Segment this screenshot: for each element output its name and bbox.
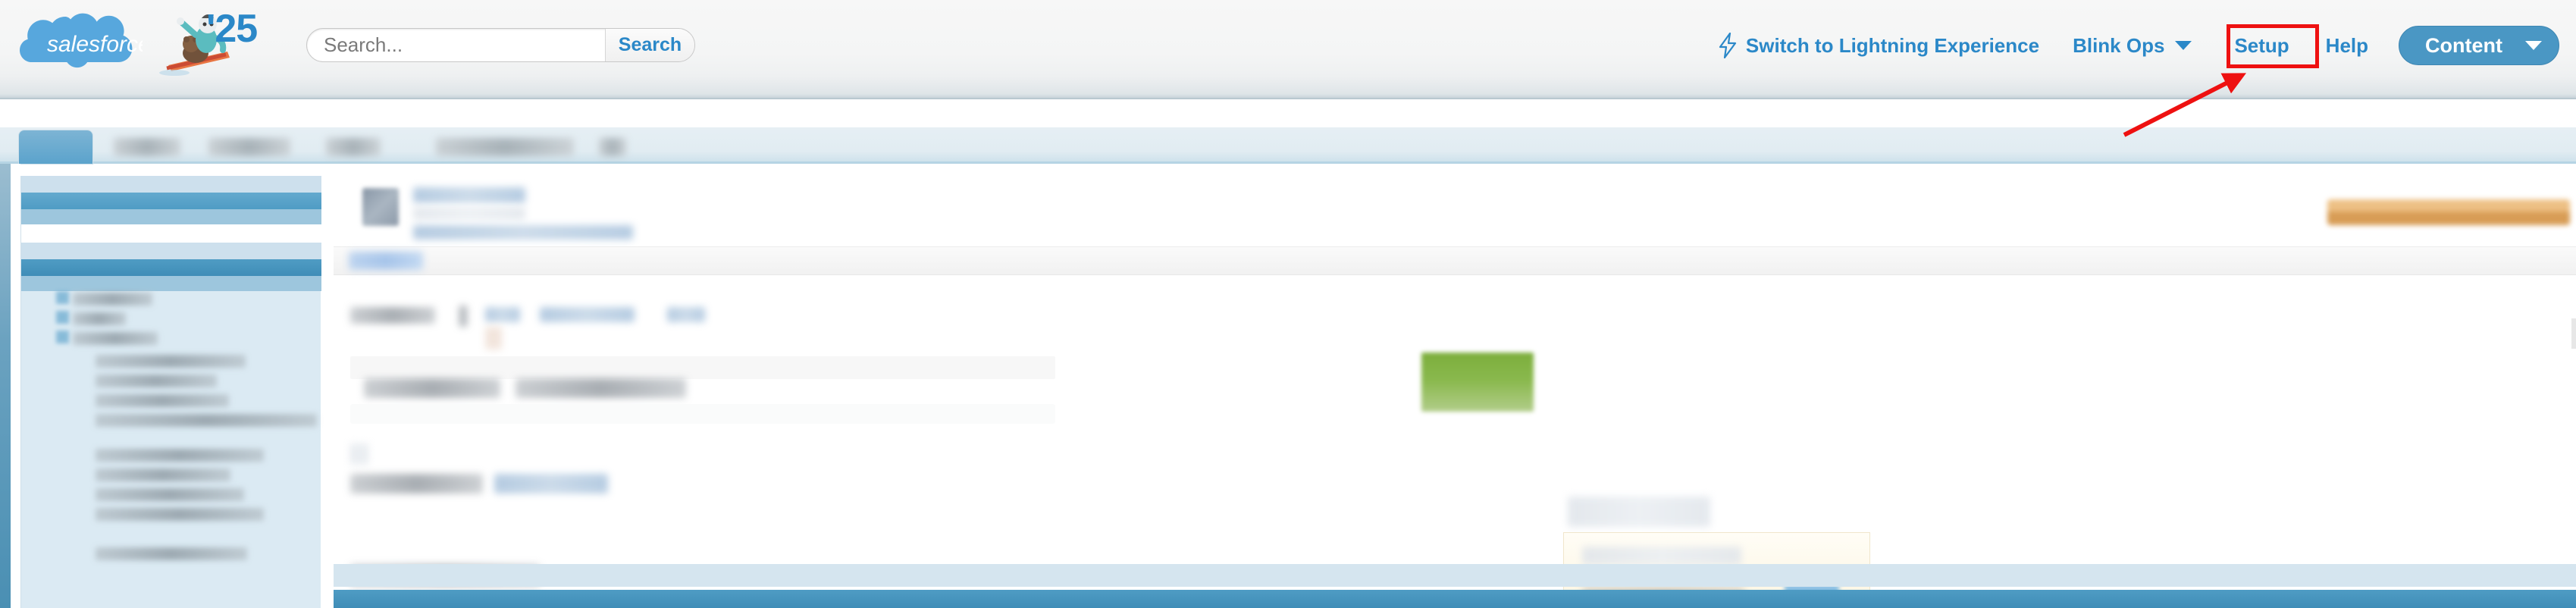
lightning-bolt-icon (1718, 33, 1738, 58)
sidebar-section-header[interactable] (21, 193, 321, 209)
sidebar-item-label[interactable] (96, 375, 217, 387)
status-progress-block (1421, 353, 1534, 412)
sidebar-item-label[interactable] (96, 488, 244, 501)
bottom-section-header[interactable] (334, 590, 2576, 608)
field-separator-icon (459, 306, 468, 327)
tab-item[interactable] (326, 138, 381, 156)
field-value-link[interactable] (667, 307, 705, 322)
sidebar-item-label[interactable] (73, 332, 158, 345)
callout-line (1582, 547, 1741, 565)
field-label (350, 307, 435, 324)
main-content (334, 171, 2576, 608)
tab-active[interactable] (19, 130, 92, 164)
bottom-section (0, 564, 2576, 608)
field-value-link[interactable] (494, 474, 608, 494)
salesforce-logo[interactable]: salesforce (14, 8, 143, 77)
sidebar-bullet-icon (56, 291, 69, 304)
tab-item[interactable] (114, 138, 180, 156)
salesforce-classic-page: salesforce '25 Search... Search Switch t… (0, 0, 2576, 608)
chevron-down-icon[interactable] (2175, 41, 2192, 50)
user-menu-link[interactable]: Blink Ops (2073, 34, 2164, 58)
sidebar-item-label[interactable] (96, 414, 317, 427)
sidebar-item-label[interactable] (96, 508, 264, 521)
setup-link[interactable]: Setup (2217, 28, 2305, 64)
breadcrumb-strip (334, 246, 2576, 275)
sidebar-item-label[interactable] (96, 394, 229, 407)
sidebar-item-label[interactable] (96, 469, 230, 481)
detail-bar-background (350, 356, 1055, 379)
detail-field-value (516, 378, 686, 398)
global-header: salesforce '25 Search... Search Switch t… (0, 0, 2576, 99)
sidebar (20, 176, 321, 608)
record-title[interactable] (413, 187, 525, 203)
sidebar-item-label[interactable] (73, 312, 126, 325)
sidebar-bullet-icon (56, 331, 69, 343)
switch-to-lightning-link[interactable]: Switch to Lightning Experience (1718, 33, 2039, 58)
content-button-label: Content (2425, 33, 2502, 57)
content-button[interactable]: Content (2399, 26, 2559, 65)
sidebar-section-header-shade (21, 276, 321, 291)
release-version-tag: '25 (206, 7, 258, 51)
tab-item[interactable] (599, 138, 626, 156)
field-status-dot (485, 327, 502, 349)
chevron-down-icon (2525, 41, 2542, 50)
field-value-link[interactable] (540, 307, 635, 322)
breadcrumb[interactable] (349, 252, 423, 270)
detail-field-label (364, 378, 500, 398)
search-button[interactable]: Search (605, 29, 694, 61)
sidebar-item-label[interactable] (96, 547, 247, 560)
sidebar-collapse-handle[interactable] (0, 164, 11, 608)
tab-item[interactable] (436, 138, 574, 156)
header-nav: Switch to Lightning Experience Blink Ops… (1718, 24, 2559, 67)
sidebar-band (21, 243, 321, 259)
tab-item[interactable] (208, 138, 290, 156)
sidebar-band (21, 176, 321, 193)
detail-bar-row (350, 404, 1055, 424)
sidebar-section-header-shade (21, 209, 321, 224)
sidebar-section-header[interactable] (21, 259, 321, 276)
sidebar-gutter (11, 164, 20, 608)
record-subtitle (413, 207, 525, 220)
sidebar-bullet-icon (56, 311, 69, 324)
search-input[interactable] (307, 29, 605, 61)
content-scroll-edge (2571, 318, 2576, 349)
section-spacer (350, 443, 368, 465)
help-link[interactable]: Help (2326, 34, 2368, 58)
sidebar-item-label[interactable] (73, 293, 152, 306)
svg-text:salesforce: salesforce (47, 32, 143, 57)
field-label (350, 474, 483, 494)
bottom-section-spacer (334, 564, 2576, 587)
sidebar-item-label[interactable] (96, 449, 264, 462)
record-meta-line (413, 225, 633, 240)
tab-bar (0, 127, 2576, 164)
global-search[interactable]: Search (306, 28, 695, 62)
field-value-link[interactable] (485, 307, 520, 322)
warning-badge (2327, 199, 2570, 225)
record-type-icon (362, 188, 399, 226)
switch-to-lightning-label: Switch to Lightning Experience (1745, 33, 2040, 57)
sidebar-item-label[interactable] (96, 355, 246, 368)
callout-title (1568, 497, 1710, 527)
sidebar-spacer (21, 224, 321, 243)
